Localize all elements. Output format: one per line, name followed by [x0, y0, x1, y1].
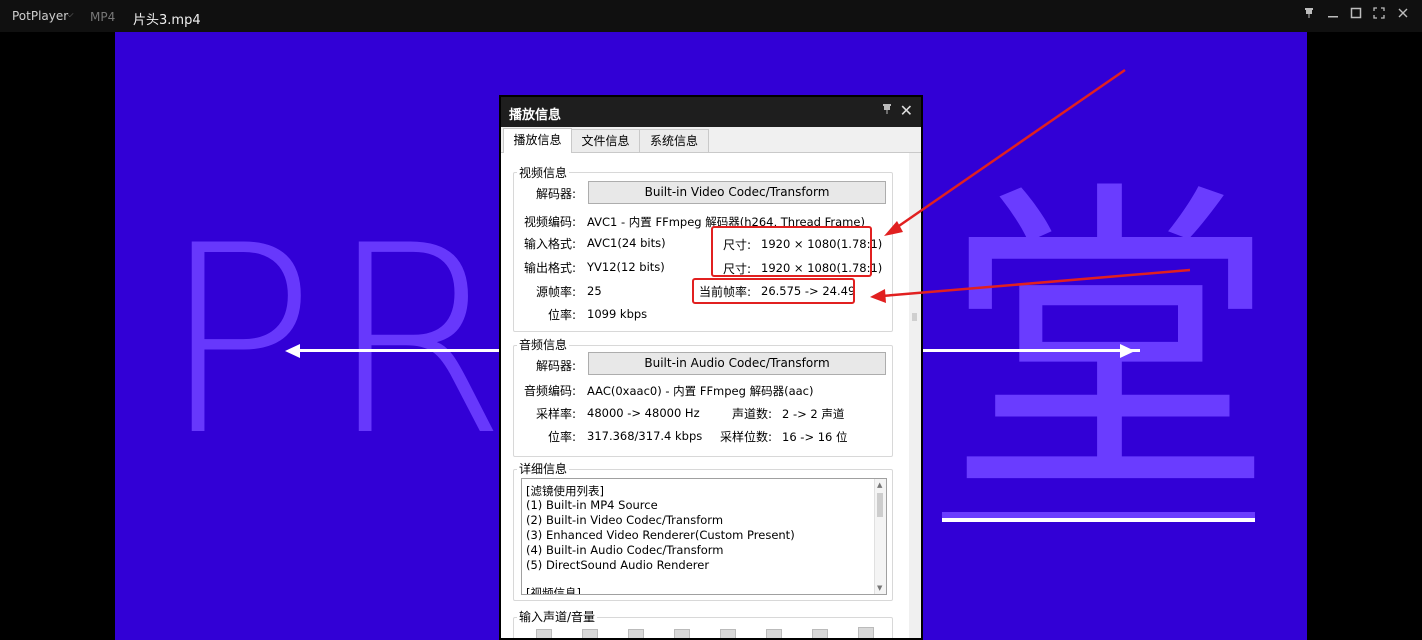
annotation-arrows [870, 68, 1191, 303]
